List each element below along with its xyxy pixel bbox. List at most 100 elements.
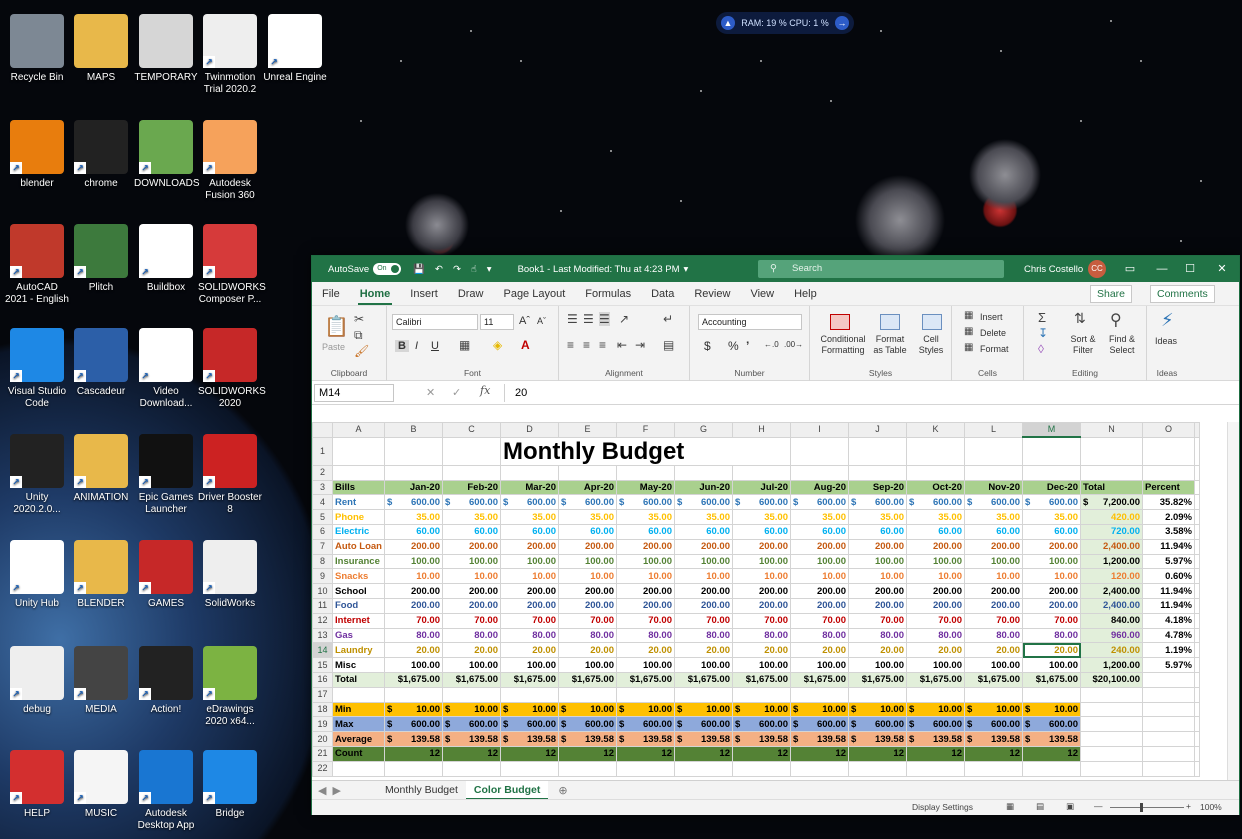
cell[interactable]	[1194, 597, 1200, 614]
cell[interactable]: 20.00	[616, 642, 675, 659]
cell[interactable]: 20.00	[558, 642, 617, 659]
cell[interactable]: $600.00	[964, 716, 1023, 733]
row-header[interactable]: 8	[312, 553, 333, 570]
cell[interactable]: 200.00	[790, 583, 849, 599]
cell[interactable]: 12	[558, 745, 617, 762]
search-input[interactable]: ⚲ Search	[758, 260, 1004, 278]
cell[interactable]: 100.00	[558, 657, 617, 673]
cell[interactable]: 200.00	[906, 583, 965, 599]
row-header[interactable]: 5	[312, 509, 333, 525]
row-header[interactable]: 7	[312, 538, 333, 555]
tab-page-layout[interactable]: Page Layout	[493, 288, 575, 305]
cell[interactable]: 10.00	[732, 568, 791, 585]
desktop-icon[interactable]: ↗ MUSIC	[69, 750, 133, 820]
desktop-icon[interactable]: ↗ Plitch	[69, 224, 133, 294]
cell[interactable]	[1142, 731, 1195, 747]
cell[interactable]	[384, 760, 443, 777]
total-cell[interactable]: 240.00	[1080, 642, 1143, 659]
tab-data[interactable]: Data	[641, 288, 684, 305]
cell[interactable]: 20.00	[848, 642, 907, 659]
cell[interactable]: 200.00	[906, 597, 965, 614]
cell[interactable]: $1,675.00	[442, 671, 501, 688]
cell[interactable]: 60.00	[674, 523, 733, 540]
desktop-icon[interactable]: ↗ MEDIA	[69, 646, 133, 716]
cell[interactable]	[906, 436, 965, 466]
bill-name[interactable]: Electric	[332, 523, 385, 540]
cell[interactable]: 200.00	[848, 583, 907, 599]
row-header[interactable]: 18	[312, 701, 333, 718]
cell[interactable]: $1,675.00	[384, 671, 443, 688]
cell[interactable]: 70.00	[500, 612, 559, 629]
cell[interactable]: $600.00	[558, 494, 617, 511]
row-header[interactable]: 6	[312, 523, 333, 540]
row-header[interactable]: 13	[312, 627, 333, 644]
desktop-icon[interactable]: ↗ Unity 2020.2.0...	[5, 434, 69, 516]
format-cells-button[interactable]: Format	[980, 344, 1009, 354]
column-label[interactable]: May-20	[616, 479, 675, 496]
row-header[interactable]: 22	[312, 760, 333, 777]
cell[interactable]	[1194, 657, 1200, 673]
cell[interactable]: 35.00	[1022, 509, 1081, 525]
cell[interactable]	[732, 686, 791, 703]
decrease-decimal-icon[interactable]: .00→	[784, 340, 803, 349]
cell[interactable]	[384, 464, 443, 481]
touch-mode-icon[interactable]: ☝	[471, 264, 477, 275]
cell[interactable]	[1022, 436, 1081, 466]
zoom-level[interactable]: 100%	[1200, 802, 1222, 812]
zoom-slider-thumb[interactable]	[1140, 803, 1143, 812]
cell[interactable]: 35.00	[384, 509, 443, 525]
cell[interactable]: $600.00	[616, 716, 675, 733]
cell[interactable]: 12	[500, 745, 559, 762]
desktop-icon[interactable]: ↗ Twinmotion Trial 2020.2	[198, 14, 262, 96]
cell[interactable]: 80.00	[500, 627, 559, 644]
row-header[interactable]: 15	[312, 657, 333, 673]
page-layout-view-icon[interactable]: ▤	[1036, 801, 1044, 812]
cell[interactable]	[964, 464, 1023, 481]
wrap-text-icon[interactable]: ↵	[663, 312, 673, 326]
cell[interactable]: $10.00	[790, 701, 849, 718]
cell[interactable]: $10.00	[558, 701, 617, 718]
cell[interactable]: $600.00	[500, 716, 559, 733]
save-icon[interactable]: 💾	[413, 264, 425, 275]
total-cell[interactable]: 2,400.00	[1080, 538, 1143, 555]
cell[interactable]: $139.58	[964, 731, 1023, 747]
desktop-icon[interactable]: ↗ DOWNLOADS	[134, 120, 200, 190]
row-header[interactable]: 3	[312, 479, 333, 496]
cell[interactable]: 60.00	[500, 523, 559, 540]
desktop-icon[interactable]: ↗ SolidWorks	[198, 540, 262, 610]
cell[interactable]: 80.00	[1022, 627, 1081, 644]
column-label[interactable]: Nov-20	[964, 479, 1023, 496]
row-header[interactable]: 1	[312, 436, 333, 466]
cell[interactable]: 200.00	[674, 597, 733, 614]
cell[interactable]: 200.00	[732, 538, 791, 555]
currency-icon[interactable]: $	[704, 339, 711, 353]
column-header[interactable]: E	[558, 422, 617, 438]
desktop-icon[interactable]: ↗ Unity Hub	[5, 540, 69, 610]
cell[interactable]: 200.00	[616, 538, 675, 555]
column-header[interactable]: L	[964, 422, 1023, 438]
total-cell[interactable]: 1,200.00	[1080, 553, 1143, 570]
column-header[interactable]: H	[732, 422, 791, 438]
add-sheet-icon[interactable]: ⊕	[548, 784, 577, 797]
cell[interactable]: 100.00	[732, 553, 791, 570]
fill-icon[interactable]: ↧	[1038, 326, 1048, 340]
desktop-icon[interactable]: MAPS	[69, 14, 133, 84]
column-header[interactable]: N	[1080, 422, 1143, 438]
desktop-icon[interactable]: ↗ HELP	[5, 750, 69, 820]
desktop-icon[interactable]: ↗ ANIMATION	[69, 434, 133, 504]
cell[interactable]: 12	[674, 745, 733, 762]
cell[interactable]: $1,675.00	[790, 671, 849, 688]
cell[interactable]	[442, 464, 501, 481]
page-break-view-icon[interactable]: ▣	[1066, 801, 1074, 812]
column-label[interactable]: Jun-20	[674, 479, 733, 496]
cell[interactable]: 100.00	[1022, 553, 1081, 570]
avatar[interactable]: CC	[1088, 260, 1106, 278]
prev-sheet-icon[interactable]: ◀	[312, 784, 332, 797]
cell[interactable]: $600.00	[790, 716, 849, 733]
tab-file[interactable]: File	[312, 288, 350, 305]
column-header[interactable]: B	[384, 422, 443, 438]
cell[interactable]	[674, 464, 733, 481]
bill-name[interactable]: Misc	[332, 657, 385, 673]
cell[interactable]: $1,675.00	[558, 671, 617, 688]
cell[interactable]: 80.00	[616, 627, 675, 644]
